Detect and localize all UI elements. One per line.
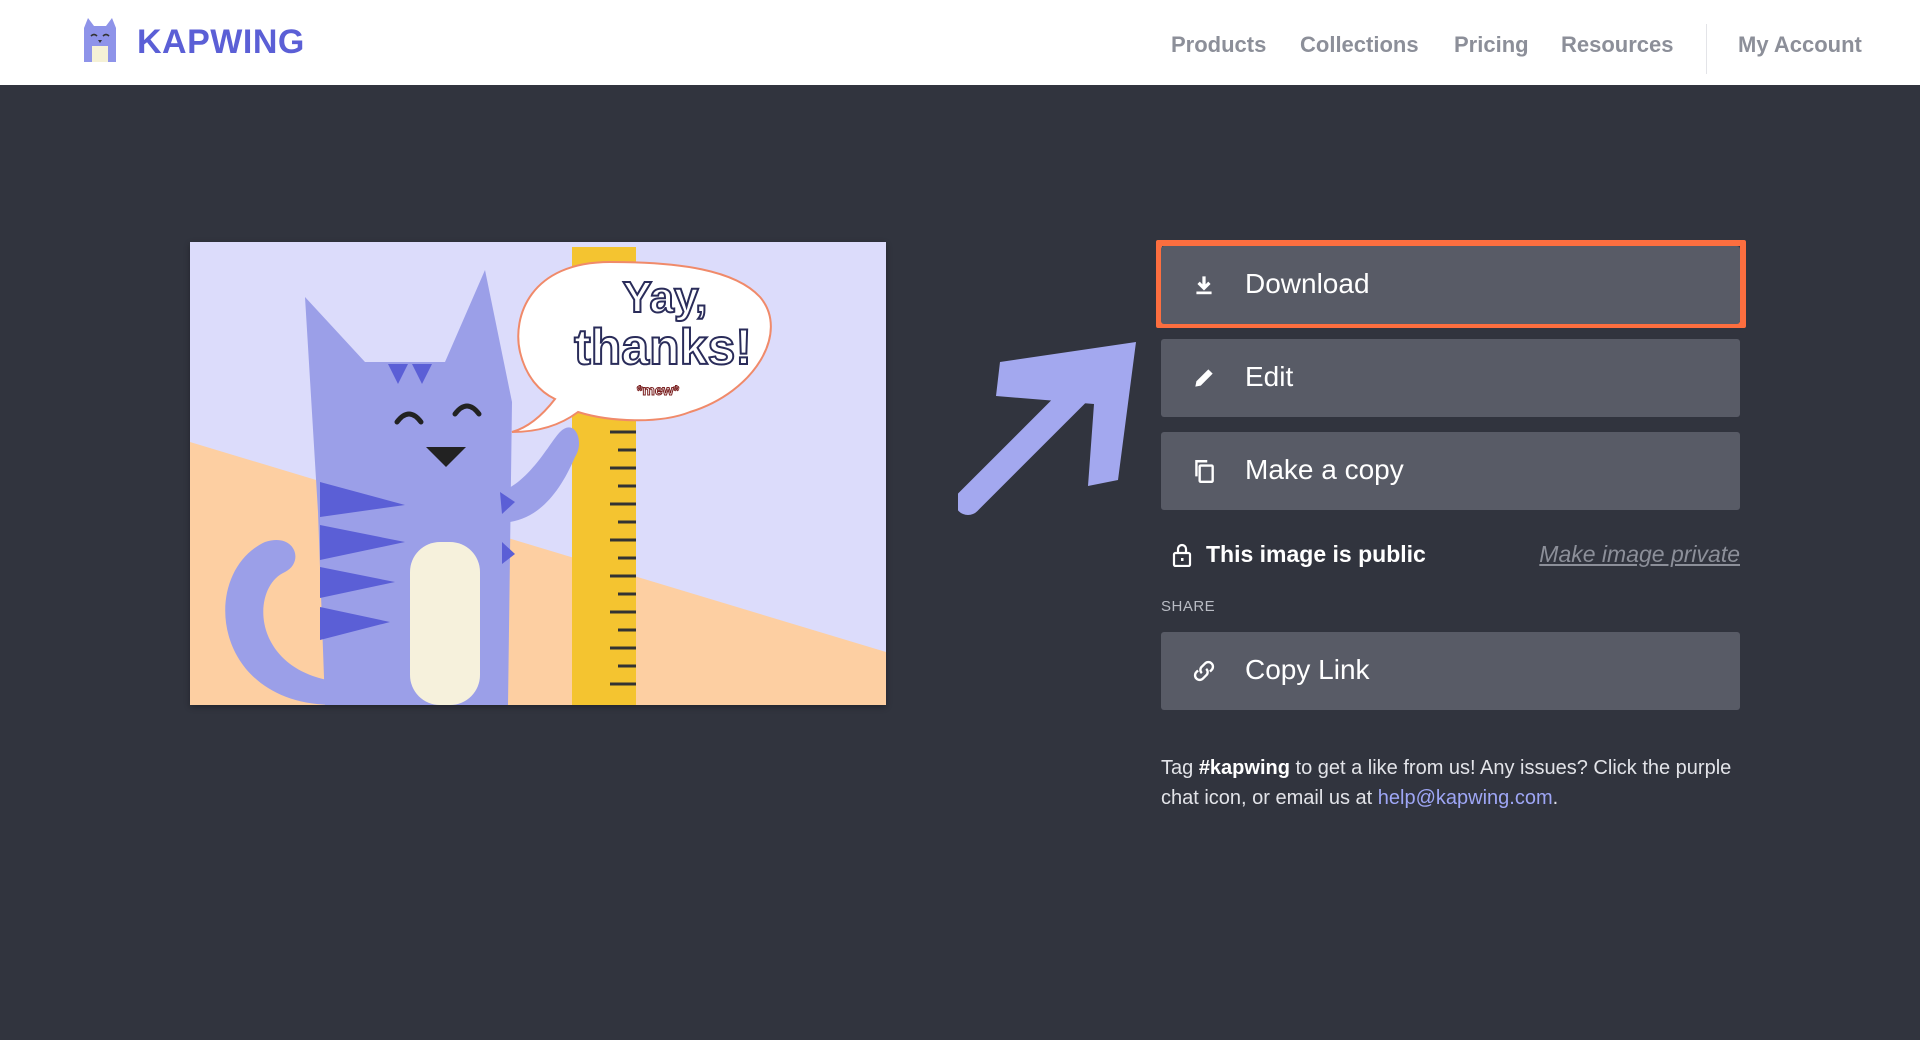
copy-icon bbox=[1195, 460, 1214, 484]
pointer-arrow-icon bbox=[958, 342, 1136, 515]
edit-label: Edit bbox=[1245, 361, 1294, 392]
edit-button[interactable]: Edit bbox=[1161, 339, 1740, 417]
nav-pricing[interactable]: Pricing bbox=[1454, 32, 1529, 58]
lock-icon bbox=[1172, 543, 1192, 567]
nav-divider bbox=[1706, 24, 1707, 74]
copy-link-label: Copy Link bbox=[1245, 654, 1370, 685]
kapwing-cat-logo-icon[interactable] bbox=[82, 18, 118, 64]
nav-products[interactable]: Products bbox=[1171, 32, 1266, 58]
bubble-text-line2: thanks! bbox=[574, 319, 752, 375]
bubble-text-line1: Yay, bbox=[623, 273, 708, 322]
top-navbar: KAPWING Products Collections Pricing Res… bbox=[0, 0, 1920, 85]
link-icon bbox=[1193, 660, 1215, 682]
privacy-row: This image is public Make image private bbox=[1161, 535, 1740, 575]
nav-resources[interactable]: Resources bbox=[1561, 32, 1674, 58]
image-preview: Yay, thanks! *mew* bbox=[190, 242, 886, 705]
help-info-text: Tag #kapwing to get a like from us! Any … bbox=[1161, 753, 1761, 813]
download-label: Download bbox=[1245, 268, 1370, 299]
info-text-prefix: Tag bbox=[1161, 757, 1199, 779]
make-copy-button[interactable]: Make a copy bbox=[1161, 432, 1740, 510]
cat-illustration: Yay, thanks! *mew* bbox=[190, 242, 886, 705]
nav-collections[interactable]: Collections bbox=[1300, 32, 1419, 58]
make-private-link[interactable]: Make image private bbox=[1539, 541, 1740, 568]
copy-link-button[interactable]: Copy Link bbox=[1161, 632, 1740, 710]
share-section-label: SHARE bbox=[1161, 598, 1216, 615]
privacy-status: This image is public bbox=[1206, 541, 1426, 567]
nav-my-account[interactable]: My Account bbox=[1738, 32, 1862, 58]
support-email-link[interactable]: help@kapwing.com bbox=[1378, 787, 1553, 809]
download-icon bbox=[1196, 276, 1212, 295]
pencil-icon bbox=[1195, 369, 1213, 387]
info-text-suffix: . bbox=[1552, 787, 1559, 809]
download-button[interactable]: Download bbox=[1161, 246, 1740, 324]
bubble-text-small: *mew* bbox=[637, 382, 680, 398]
brand-name[interactable]: KAPWING bbox=[137, 23, 305, 62]
make-copy-label: Make a copy bbox=[1245, 454, 1404, 485]
hashtag: #kapwing bbox=[1198, 757, 1290, 779]
